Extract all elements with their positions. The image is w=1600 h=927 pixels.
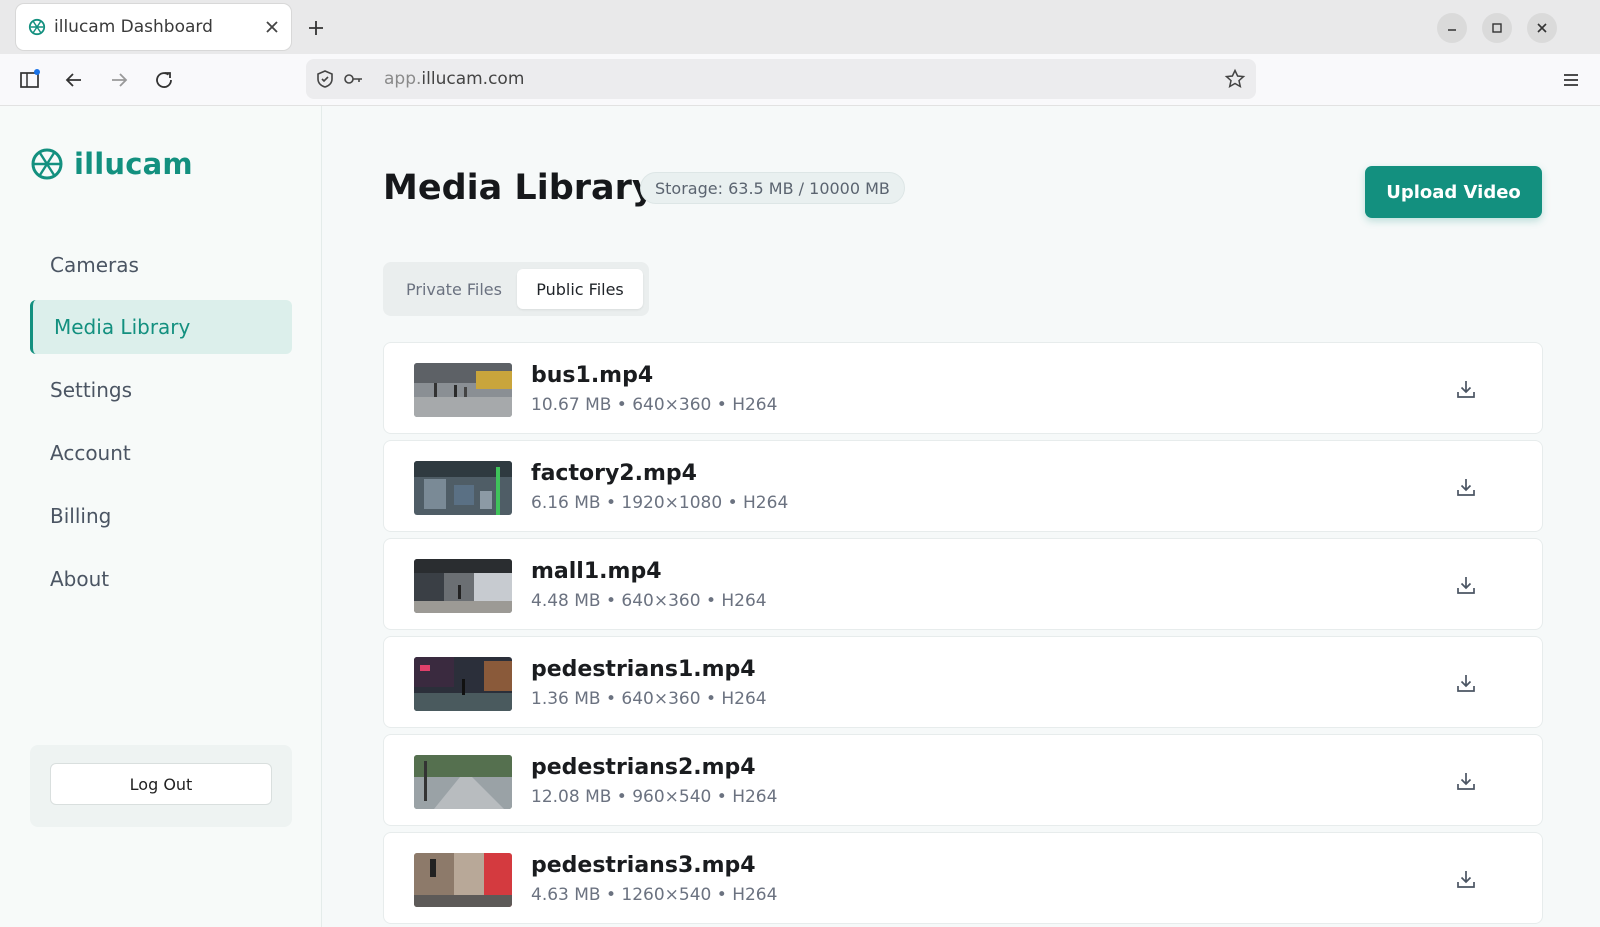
sidebar-toggle-icon[interactable]	[19, 68, 41, 90]
video-thumbnail[interactable]	[414, 363, 512, 417]
file-row[interactable]: pedestrians2.mp4 12.08 MB • 960×540 • H2…	[383, 734, 1543, 826]
file-meta: 12.08 MB • 960×540 • H264	[531, 787, 778, 807]
file-name: pedestrians2.mp4	[531, 755, 756, 780]
brand-logo[interactable]: illucam	[30, 144, 193, 184]
sidebar-item-settings[interactable]: Settings	[30, 363, 292, 417]
brand-name: illucam	[74, 147, 193, 181]
download-icon[interactable]	[1455, 476, 1477, 498]
video-thumbnail[interactable]	[414, 853, 512, 907]
file-meta: 1.36 MB • 640×360 • H264	[531, 689, 767, 709]
file-meta: 4.63 MB • 1260×540 • H264	[531, 885, 778, 905]
file-row[interactable]: pedestrians1.mp4 1.36 MB • 640×360 • H26…	[383, 636, 1543, 728]
download-icon[interactable]	[1455, 868, 1477, 890]
url-prefix: app.	[384, 69, 422, 89]
file-name: mall1.mp4	[531, 559, 662, 584]
tab-public-files[interactable]: Public Files	[517, 269, 643, 309]
address-bar[interactable]: app.illucam.com	[306, 59, 1256, 99]
minimize-icon	[1448, 29, 1456, 31]
video-thumbnail[interactable]	[414, 461, 512, 515]
new-tab-icon[interactable]	[306, 18, 326, 38]
close-icon	[1537, 23, 1547, 33]
sidebar-item-account[interactable]: Account	[30, 426, 292, 480]
logout-panel: Log Out	[30, 745, 292, 827]
minimize-window-button[interactable]	[1437, 13, 1467, 43]
storage-badge: Storage: 63.5 MB / 10000 MB	[640, 172, 905, 204]
sidebar-item-about[interactable]: About	[30, 552, 292, 606]
close-window-button[interactable]	[1527, 13, 1557, 43]
illucam-logo-icon	[31, 148, 63, 180]
file-name: factory2.mp4	[531, 461, 697, 486]
file-name: pedestrians3.mp4	[531, 853, 756, 878]
tab-private-files[interactable]: Private Files	[391, 269, 517, 309]
back-arrow-icon[interactable]	[63, 69, 85, 91]
browser-tab[interactable]: illucam Dashboard	[16, 4, 291, 50]
file-meta: 4.48 MB • 640×360 • H264	[531, 591, 767, 611]
shield-icon[interactable]	[314, 68, 336, 90]
file-row[interactable]: factory2.mp4 6.16 MB • 1920×1080 • H264	[383, 440, 1543, 532]
main-content: Media Library Storage: 63.5 MB / 10000 M…	[322, 106, 1600, 927]
key-icon[interactable]	[342, 68, 364, 90]
maximize-icon	[1492, 23, 1502, 33]
logout-button[interactable]: Log Out	[50, 763, 272, 805]
download-icon[interactable]	[1455, 574, 1477, 596]
sidebar: illucam Cameras Media Library Settings A…	[0, 106, 322, 927]
upload-video-button[interactable]: Upload Video	[1365, 166, 1542, 218]
forward-arrow-icon[interactable]	[108, 69, 130, 91]
file-meta: 10.67 MB • 640×360 • H264	[531, 395, 778, 415]
sidebar-item-cameras[interactable]: Cameras	[30, 238, 292, 292]
sidebar-item-media-library[interactable]: Media Library	[30, 300, 292, 354]
reload-icon[interactable]	[153, 69, 175, 91]
video-thumbnail[interactable]	[414, 657, 512, 711]
file-name: pedestrians1.mp4	[531, 657, 756, 682]
file-row[interactable]: bus1.mp4 10.67 MB • 640×360 • H264	[383, 342, 1543, 434]
file-row[interactable]: mall1.mp4 4.48 MB • 640×360 • H264	[383, 538, 1543, 630]
maximize-window-button[interactable]	[1482, 13, 1512, 43]
url-domain: illucam.com	[421, 69, 525, 89]
star-icon[interactable]	[1224, 68, 1246, 90]
video-thumbnail[interactable]	[414, 755, 512, 809]
hamburger-menu-icon[interactable]	[1560, 69, 1582, 91]
file-row[interactable]: pedestrians3.mp4 4.63 MB • 1260×540 • H2…	[383, 832, 1543, 924]
file-name: bus1.mp4	[531, 363, 654, 388]
download-icon[interactable]	[1455, 770, 1477, 792]
file-meta: 6.16 MB • 1920×1080 • H264	[531, 493, 789, 513]
url-text[interactable]: app.illucam.com	[384, 69, 524, 89]
page: illucam Cameras Media Library Settings A…	[0, 106, 1600, 927]
illucam-favicon-icon	[28, 18, 46, 36]
close-tab-icon[interactable]	[263, 18, 281, 36]
page-title: Media Library	[383, 168, 655, 208]
browser-tab-title: illucam Dashboard	[54, 17, 213, 37]
browser-toolbar: app.illucam.com	[0, 54, 1600, 106]
sidebar-item-billing[interactable]: Billing	[30, 489, 292, 543]
browser-tab-bar: illucam Dashboard	[0, 0, 1600, 54]
download-icon[interactable]	[1455, 672, 1477, 694]
video-thumbnail[interactable]	[414, 559, 512, 613]
download-icon[interactable]	[1455, 378, 1477, 400]
file-visibility-tabs: Private Files Public Files	[383, 262, 649, 316]
